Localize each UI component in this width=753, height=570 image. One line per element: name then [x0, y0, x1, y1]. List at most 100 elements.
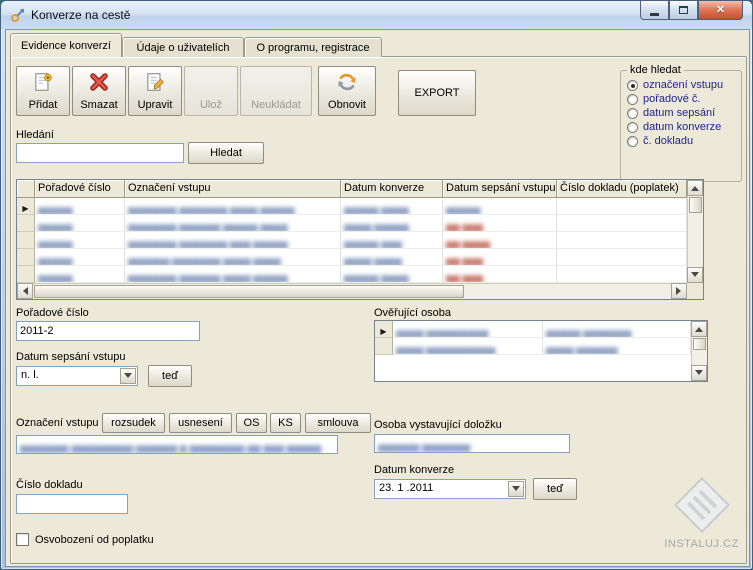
vertical-scroll-thumb[interactable]: [693, 338, 706, 350]
radio-datum-konverze[interactable]: datum konverze: [627, 121, 735, 133]
conversion-date-value: 23. 1 .2011: [375, 480, 507, 496]
scroll-down-button[interactable]: [687, 267, 703, 283]
save-button[interactable]: Ulož: [184, 66, 238, 116]
up-arrow-icon: [695, 323, 703, 332]
client-area: Údaje o uživatelích O programu, registra…: [5, 29, 750, 567]
ks-button[interactable]: KS: [270, 413, 301, 433]
radio-icon: [627, 122, 638, 133]
edit-button-label: Upravit: [129, 99, 181, 111]
edit-button[interactable]: Upravit: [128, 66, 182, 116]
tab-evidence-konverzi[interactable]: Evidence konverzí: [10, 33, 122, 57]
rozsudek-button[interactable]: rozsudek: [102, 413, 165, 433]
table-row[interactable]: ▆▆▆▆▆ ▆▆▆▆▆▆▆ ▆▆▆▆▆▆ ▆▆▆▆▆ ▆▆▆▆ ▆▆▆▆ ▆▆▆…: [17, 215, 703, 232]
add-button[interactable]: Přidat: [16, 66, 70, 116]
close-icon: ✕: [716, 2, 725, 19]
where-search-legend: kde hledat: [627, 64, 684, 76]
export-button[interactable]: EXPORT: [398, 70, 476, 116]
scroll-left-button[interactable]: [17, 283, 33, 299]
input-designation-field[interactable]: ▆▆▆▆▆▆▆ ▆▆▆▆▆▆▆▆▆ ▆▆▆▆▆▆ ▆ ▆▆▆▆▆▆▆▆ ▆▆ ▆…: [16, 435, 338, 454]
scrollbar-corner: [687, 283, 703, 299]
radio-datum-sepsani[interactable]: datum sepsání: [627, 107, 735, 119]
radio-label: datum konverze: [643, 121, 721, 133]
list-item[interactable]: ▶ ▆▆▆▆ ▆▆▆▆▆▆▆▆▆ ▆▆▆▆▆ ▆▆▆▆▆▆▆: [375, 321, 707, 338]
usneseni-button[interactable]: usnesení: [169, 413, 232, 433]
instaluj-watermark: INSTALUJ.CZ: [654, 475, 749, 550]
current-row-arrow: ▶: [22, 204, 28, 213]
col-cislo-dokladu[interactable]: Číslo dokladu (poplatek): [557, 180, 687, 198]
maximize-button[interactable]: [669, 1, 698, 20]
delete-button-label: Smazat: [73, 99, 125, 111]
app-window: Konverze na cestě ✕ Údaje o uživatelích …: [0, 0, 753, 570]
watermark-text: INSTALUJ.CZ: [654, 538, 749, 550]
fee-exemption-checkbox[interactable]: [16, 533, 29, 546]
scroll-right-button[interactable]: [671, 283, 687, 299]
table-row[interactable]: ▶ ▆▆▆▆▆ ▆▆▆▆▆▆▆ ▆▆▆▆▆▆▆ ▆▆▆▆ ▆▆▆▆▆ ▆▆▆▆▆…: [17, 198, 703, 215]
document-number-input[interactable]: [16, 494, 128, 514]
input-designation-label: Označení vstupu: [16, 417, 99, 429]
instaluj-logo-icon: [670, 475, 734, 535]
col-poradove-cislo[interactable]: Pořadové číslo: [35, 180, 125, 198]
maximize-icon: [679, 6, 688, 14]
smlouva-button[interactable]: smlouva: [305, 413, 371, 433]
verifier-list: ▶ ▆▆▆▆ ▆▆▆▆▆▆▆▆▆ ▆▆▆▆▆ ▆▆▆▆▆▆▆ ▆▆▆▆ ▆▆▆▆…: [374, 320, 708, 382]
chevron-down-icon: [124, 373, 132, 382]
close-button[interactable]: ✕: [698, 1, 743, 20]
col-datum-konverze[interactable]: Datum konverze: [341, 180, 443, 198]
tab-o-programu-registrace[interactable]: O programu, registrace: [244, 37, 382, 57]
search-label: Hledání: [16, 129, 54, 141]
right-arrow-icon: [676, 287, 685, 295]
grid-horizontal-scrollbar[interactable]: [17, 283, 687, 299]
refresh-button[interactable]: Obnovit: [318, 66, 376, 116]
conversion-date-combo[interactable]: 23. 1 .2011: [374, 479, 526, 499]
table-row[interactable]: ▆▆▆▆▆ ▆▆▆▆▆▆▆ ▆▆▆▆▆▆ ▆▆▆▆ ▆▆▆▆▆ ▆▆▆▆▆ ▆▆…: [17, 266, 703, 283]
no-save-button[interactable]: Neukládat: [240, 66, 312, 116]
conversion-date-label: Datum konverze: [374, 464, 454, 476]
minimize-button[interactable]: [640, 1, 669, 20]
document-number-label: Číslo dokladu: [16, 479, 83, 491]
verifier-scrollbar[interactable]: [691, 321, 707, 381]
grid-header: Pořadové číslo Označení vstupu Datum kon…: [17, 180, 703, 198]
grid-vertical-scrollbar[interactable]: [687, 180, 703, 283]
written-date-combo[interactable]: n. l.: [16, 366, 138, 386]
title-bar[interactable]: Konverze na cestě ✕: [1, 1, 752, 29]
radio-c-dokladu[interactable]: č. dokladu: [627, 135, 735, 147]
search-input[interactable]: [16, 143, 184, 163]
issuer-field[interactable]: ▆▆▆▆▆▆ ▆▆▆▆▆▆▆: [374, 434, 570, 453]
vertical-scroll-thumb[interactable]: [689, 197, 702, 213]
scroll-up-button[interactable]: [691, 321, 707, 337]
scroll-down-button[interactable]: [691, 365, 707, 381]
chevron-down-icon: [512, 486, 520, 495]
red-x-icon: [73, 71, 125, 95]
written-date-now-button[interactable]: teď: [148, 365, 192, 387]
serial-number-label: Pořadové číslo: [16, 307, 89, 319]
radio-oznaceni-vstupu[interactable]: označení vstupu: [627, 79, 735, 91]
search-button[interactable]: Hledat: [188, 142, 264, 164]
dropdown-button[interactable]: [508, 481, 524, 497]
conversion-date-now-button[interactable]: teď: [533, 478, 577, 500]
col-datum-sepsani-vstupu[interactable]: Datum sepsání vstupu: [443, 180, 557, 198]
dropdown-button[interactable]: [120, 368, 136, 384]
refresh-icon: [319, 71, 375, 95]
window-title: Konverze na cestě: [31, 8, 130, 22]
left-arrow-icon: [19, 287, 28, 295]
horizontal-scroll-thumb[interactable]: [34, 285, 464, 298]
table-row[interactable]: ▆▆▆▆▆ ▆▆▆▆▆▆ ▆▆▆▆▆▆▆ ▆▆▆▆ ▆▆▆▆ ▆▆▆▆ ▆▆▆▆…: [17, 249, 703, 266]
table-row[interactable]: ▆▆▆▆▆ ▆▆▆▆▆▆▆ ▆▆▆▆▆▆▆ ▆▆▆ ▆▆▆▆▆ ▆▆▆▆▆ ▆▆…: [17, 232, 703, 249]
radio-poradove-c[interactable]: pořadové č.: [627, 93, 735, 105]
radio-label: č. dokladu: [643, 135, 693, 147]
scroll-up-button[interactable]: [687, 180, 703, 196]
written-date-value: n. l.: [17, 367, 119, 383]
radio-label: označení vstupu: [643, 79, 723, 91]
refresh-button-label: Obnovit: [319, 99, 375, 111]
radio-icon: [627, 136, 638, 147]
os-button[interactable]: OS: [236, 413, 267, 433]
col-oznaceni-vstupu[interactable]: Označení vstupu: [125, 180, 341, 198]
down-arrow-icon: [691, 272, 699, 281]
serial-number-input[interactable]: [16, 321, 200, 341]
pencil-document-icon: [129, 71, 181, 95]
where-search-group: kde hledat označení vstupu pořadové č. d…: [620, 64, 742, 182]
down-arrow-icon: [695, 370, 703, 379]
tab-udaje-o-uzivatelich[interactable]: Údaje o uživatelích: [122, 37, 244, 57]
delete-button[interactable]: Smazat: [72, 66, 126, 116]
list-item[interactable]: ▆▆▆▆ ▆▆▆▆▆▆▆▆▆▆ ▆▆▆▆ ▆▆▆▆▆▆: [375, 338, 707, 355]
